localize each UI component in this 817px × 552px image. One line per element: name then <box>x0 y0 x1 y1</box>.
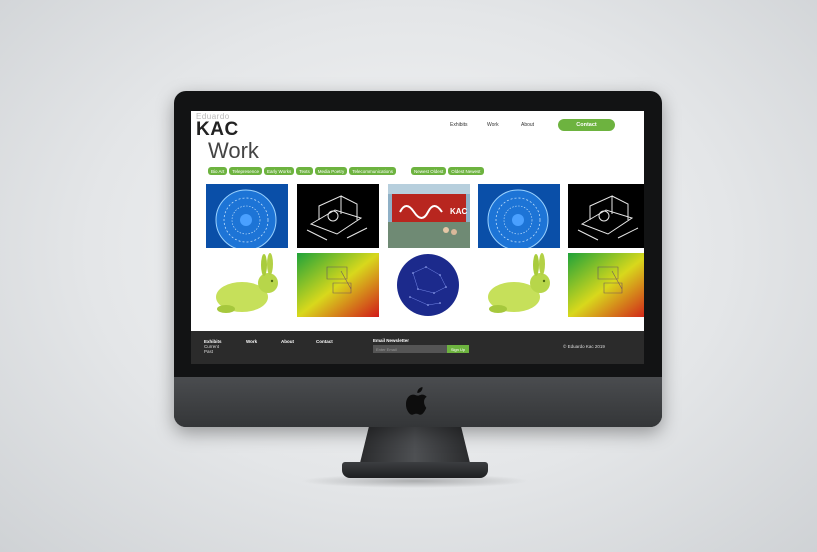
website-screen: Eduardo KAC Exhibits Work About Contact … <box>191 111 644 364</box>
tile-star-circle[interactable] <box>388 253 470 317</box>
filter-bio-art[interactable]: Bio Art <box>208 167 228 175</box>
monitor-chin <box>174 377 662 427</box>
tile-blue-petri-2[interactable] <box>478 184 560 248</box>
footer-about[interactable]: About <box>281 339 294 344</box>
newsletter-signup-button[interactable]: Sign Up <box>447 345 469 353</box>
site-footer: Exhibits Current Past Work About Contact… <box>191 331 644 364</box>
monitor-base <box>342 462 488 478</box>
tile-glowing-rabbit[interactable] <box>206 253 288 317</box>
filter-spacer <box>398 167 409 175</box>
filter-media-poetry[interactable]: Media Poetry <box>314 167 348 175</box>
sort-oldest-newest[interactable]: Oldest Newest <box>448 167 484 175</box>
tile-robot-line[interactable] <box>297 184 379 248</box>
filter-early-works[interactable]: Early Works <box>264 167 295 175</box>
apple-logo-icon <box>406 387 427 415</box>
nav-exhibits[interactable]: Exhibits <box>450 122 468 128</box>
logo-last-name: KAC <box>196 119 239 140</box>
contact-button[interactable]: Contact <box>558 119 615 131</box>
newsletter-email-input[interactable]: Enter Email <box>373 345 447 353</box>
footer-contact[interactable]: Contact <box>316 339 333 344</box>
filter-telecommunications[interactable]: Telecommunications <box>349 167 397 175</box>
tile-kac-mural[interactable]: KAC <box>388 184 470 248</box>
tile-gradient-art-2[interactable] <box>568 253 644 317</box>
site-logo[interactable]: Eduardo KAC <box>196 113 239 140</box>
sort-newest-oldest[interactable]: Newest Oldest <box>411 167 447 175</box>
tile-gradient-art[interactable] <box>297 253 379 317</box>
filter-texts[interactable]: Texts <box>296 167 313 175</box>
newsletter-label: Email Newsletter <box>373 338 410 343</box>
footer-work[interactable]: Work <box>246 339 257 344</box>
footer-past[interactable]: Past <box>204 349 213 354</box>
filter-telepresence[interactable]: Telepresence <box>229 167 263 175</box>
tile-robot-line-2[interactable] <box>568 184 644 248</box>
copyright-text: © Eduardo Kac 2019 <box>563 344 605 349</box>
monitor-stand <box>360 427 470 463</box>
tile-glowing-rabbit-2[interactable] <box>478 253 560 317</box>
work-grid: KAC <box>206 184 644 324</box>
tile-blue-petri[interactable] <box>206 184 288 248</box>
filter-bar: Bio Art Telepresence Early Works Texts M… <box>208 167 484 175</box>
nav-about[interactable]: About <box>521 122 534 128</box>
svg-text:KAC: KAC <box>450 207 468 216</box>
page-title: Work <box>208 138 259 163</box>
nav-work[interactable]: Work <box>487 122 499 128</box>
